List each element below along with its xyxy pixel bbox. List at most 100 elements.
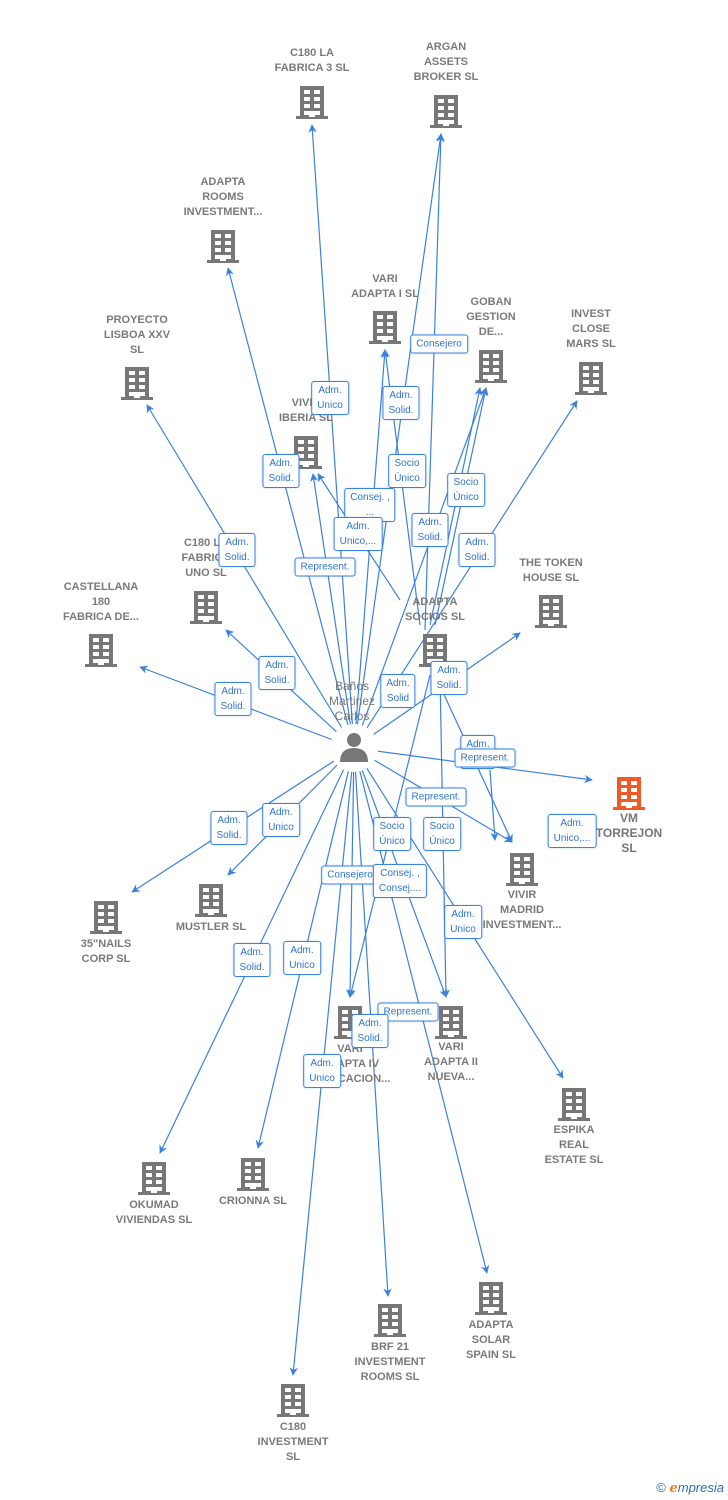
role-text: Solid bbox=[386, 693, 410, 704]
role-badge[interactable]: Adm. Solid. bbox=[233, 943, 271, 977]
role-badge[interactable]: Consejero bbox=[410, 334, 468, 354]
company-node-c180-la-fabrica-3[interactable]: C180 LA FABRICA 3 SL bbox=[275, 47, 350, 119]
company-node-mustler[interactable]: MUSTLER SL bbox=[176, 884, 247, 933]
role-badge[interactable]: Consej. , Consej.... bbox=[372, 864, 428, 898]
role-badge[interactable]: Represent. bbox=[454, 748, 516, 768]
company-node-invest-close-mars[interactable]: INVEST CLOSE MARS SL bbox=[566, 308, 616, 395]
role-text: Socio bbox=[453, 477, 479, 488]
company-node-vm-torrejon[interactable]: VMTORREJONSL bbox=[596, 777, 662, 855]
company-node-the-token-house[interactable]: THE TOKEN HOUSE SL bbox=[519, 557, 583, 628]
role-text: Represent. bbox=[411, 791, 461, 803]
role-badge[interactable]: Socio Único bbox=[447, 473, 485, 507]
company-label: FABRICA 3 SL bbox=[275, 62, 350, 74]
company-node-vivir-madrid-investment[interactable]: VIVIR MADRID INVESTMENT... bbox=[483, 853, 562, 931]
role-badge[interactable]: Adm. Unico bbox=[444, 905, 482, 939]
role-badge[interactable]: Adm. Solid. bbox=[351, 1014, 389, 1048]
company-node-c180-investment[interactable]: C180 INVESTMENT SL bbox=[258, 1384, 329, 1463]
company-label: ADAPTA I SL bbox=[351, 288, 419, 300]
role-text: Socio bbox=[379, 821, 405, 832]
building-icon bbox=[475, 1282, 507, 1315]
company-node-castellana-180[interactable]: CASTELLANA 180 FABRICA DE... bbox=[63, 581, 139, 667]
role-text: Adm. bbox=[269, 807, 293, 818]
company-label: SOLAR bbox=[472, 1334, 511, 1346]
building-icon bbox=[296, 86, 328, 119]
role-badge[interactable]: Adm. Solid. bbox=[430, 661, 468, 695]
role-badge[interactable]: Adm. Unico bbox=[262, 803, 300, 837]
company-node-argan-assets-broker[interactable]: ARGAN ASSETS BROKER SL bbox=[414, 41, 479, 128]
role-badge[interactable]: Adm. Unico bbox=[303, 1054, 341, 1088]
company-node-adapta-rooms-investment[interactable]: ADAPTA ROOMS INVESTMENT... bbox=[184, 176, 263, 263]
company-node-adapta-socios[interactable]: ADAPTA SOCIOS SL bbox=[405, 596, 465, 667]
role-text: Solid. bbox=[357, 1033, 383, 1044]
role-badge[interactable]: Adm. Solid. bbox=[258, 656, 296, 690]
role-text: Único bbox=[379, 836, 405, 847]
role-text: Adm. bbox=[290, 945, 314, 956]
role-text: Adm. bbox=[269, 458, 293, 469]
role-text: Adm. bbox=[240, 947, 264, 958]
building-icon bbox=[90, 901, 122, 934]
company-label: SL bbox=[130, 344, 144, 356]
role-badge[interactable]: Adm. Unico,... bbox=[333, 517, 383, 551]
role-badge[interactable]: Represent. bbox=[294, 557, 356, 577]
company-node-35nails-corp[interactable]: 35"NAILS CORP SL bbox=[81, 901, 131, 965]
role-text: Adm. bbox=[465, 537, 489, 548]
company-node-proyecto-lisboa-xxv[interactable]: PROYECTO LISBOA XXV SL bbox=[104, 314, 171, 400]
building-icon bbox=[506, 853, 538, 886]
company-label: 35"NAILS bbox=[81, 938, 131, 950]
role-badge[interactable]: Adm. Solid. bbox=[262, 454, 300, 488]
company-label: ADAPTA bbox=[468, 1319, 513, 1331]
company-label: THE TOKEN bbox=[519, 557, 582, 569]
company-label: MARS SL bbox=[566, 338, 616, 350]
company-label: CRIONNA SL bbox=[219, 1195, 287, 1207]
company-label: ROOMS SL bbox=[361, 1371, 420, 1383]
role-text: Solid. bbox=[264, 675, 290, 686]
company-node-espika-real-estate[interactable]: ESPIKA REAL ESTATE SL bbox=[545, 1088, 604, 1166]
company-node-okumad-viviendas[interactable]: OKUMAD VIVIENDAS SL bbox=[116, 1162, 193, 1226]
company-node-brf-21-investment-rooms[interactable]: BRF 21 INVESTMENT ROOMS SL bbox=[355, 1304, 426, 1383]
role-badge[interactable]: Adm. Unico bbox=[311, 381, 349, 415]
empresia-logo[interactable]: © empresia bbox=[656, 1480, 724, 1496]
role-badge[interactable]: Socio Único bbox=[423, 817, 461, 851]
company-label: ESTATE SL bbox=[545, 1154, 604, 1166]
company-node-crionna[interactable]: CRIONNA SL bbox=[219, 1158, 287, 1207]
role-badge[interactable]: Adm. Solid. bbox=[458, 533, 496, 567]
role-badge[interactable]: Adm. Solid. bbox=[411, 513, 449, 547]
role-badge[interactable]: Adm. Unico bbox=[283, 941, 321, 975]
company-label: 180 bbox=[92, 596, 110, 608]
role-text: Socio bbox=[429, 821, 455, 832]
company-label: ADAPTA bbox=[200, 176, 245, 188]
company-label: MADRID bbox=[500, 904, 544, 916]
role-text: Único bbox=[453, 492, 479, 503]
role-text: Unico bbox=[268, 822, 294, 833]
role-badge[interactable]: Represent. bbox=[405, 787, 467, 807]
role-text: Único bbox=[394, 473, 420, 484]
company-node-vari-adapta-i[interactable]: VARI ADAPTA I SL bbox=[351, 273, 419, 344]
role-badge[interactable]: Adm. Solid. bbox=[382, 386, 420, 420]
company-label: SL bbox=[621, 841, 636, 855]
role-text: Solid. bbox=[436, 680, 462, 691]
role-badge[interactable]: Adm. Solid. bbox=[210, 811, 248, 845]
role-text: Adm. bbox=[346, 521, 370, 532]
copyright-symbol: © bbox=[656, 1480, 666, 1495]
company-node-goban-gestion[interactable]: GOBAN GESTION DE... bbox=[466, 296, 516, 383]
company-label: GESTION bbox=[466, 311, 516, 323]
role-text: Unico bbox=[289, 960, 315, 971]
role-text: Solid. bbox=[224, 552, 250, 563]
company-label: MUSTLER SL bbox=[176, 921, 247, 933]
role-badge[interactable]: Adm. Solid bbox=[380, 674, 416, 708]
role-badge[interactable]: Adm. Solid. bbox=[214, 682, 252, 716]
role-badge[interactable]: Adm. Solid. bbox=[218, 533, 256, 567]
role-badge[interactable]: Consejero bbox=[321, 865, 379, 885]
company-label: UNO SL bbox=[185, 567, 227, 579]
role-badge[interactable]: Socio Único bbox=[388, 454, 426, 488]
company-label: TORREJON bbox=[596, 826, 662, 840]
role-text: Adm. bbox=[318, 385, 342, 396]
company-label: ROOMS bbox=[202, 191, 244, 203]
company-node-adapta-solar-spain[interactable]: ADAPTA SOLAR SPAIN SL bbox=[466, 1282, 516, 1361]
company-label: ESPIKA bbox=[554, 1124, 595, 1136]
role-badge[interactable]: Socio Único bbox=[373, 817, 411, 851]
role-text: Solid. bbox=[417, 532, 443, 543]
role-badge[interactable]: Adm. Unico,... bbox=[547, 814, 597, 848]
company-label: CLOSE bbox=[572, 323, 610, 335]
person-node[interactable]: BañosMartinezCarlos bbox=[329, 679, 375, 762]
